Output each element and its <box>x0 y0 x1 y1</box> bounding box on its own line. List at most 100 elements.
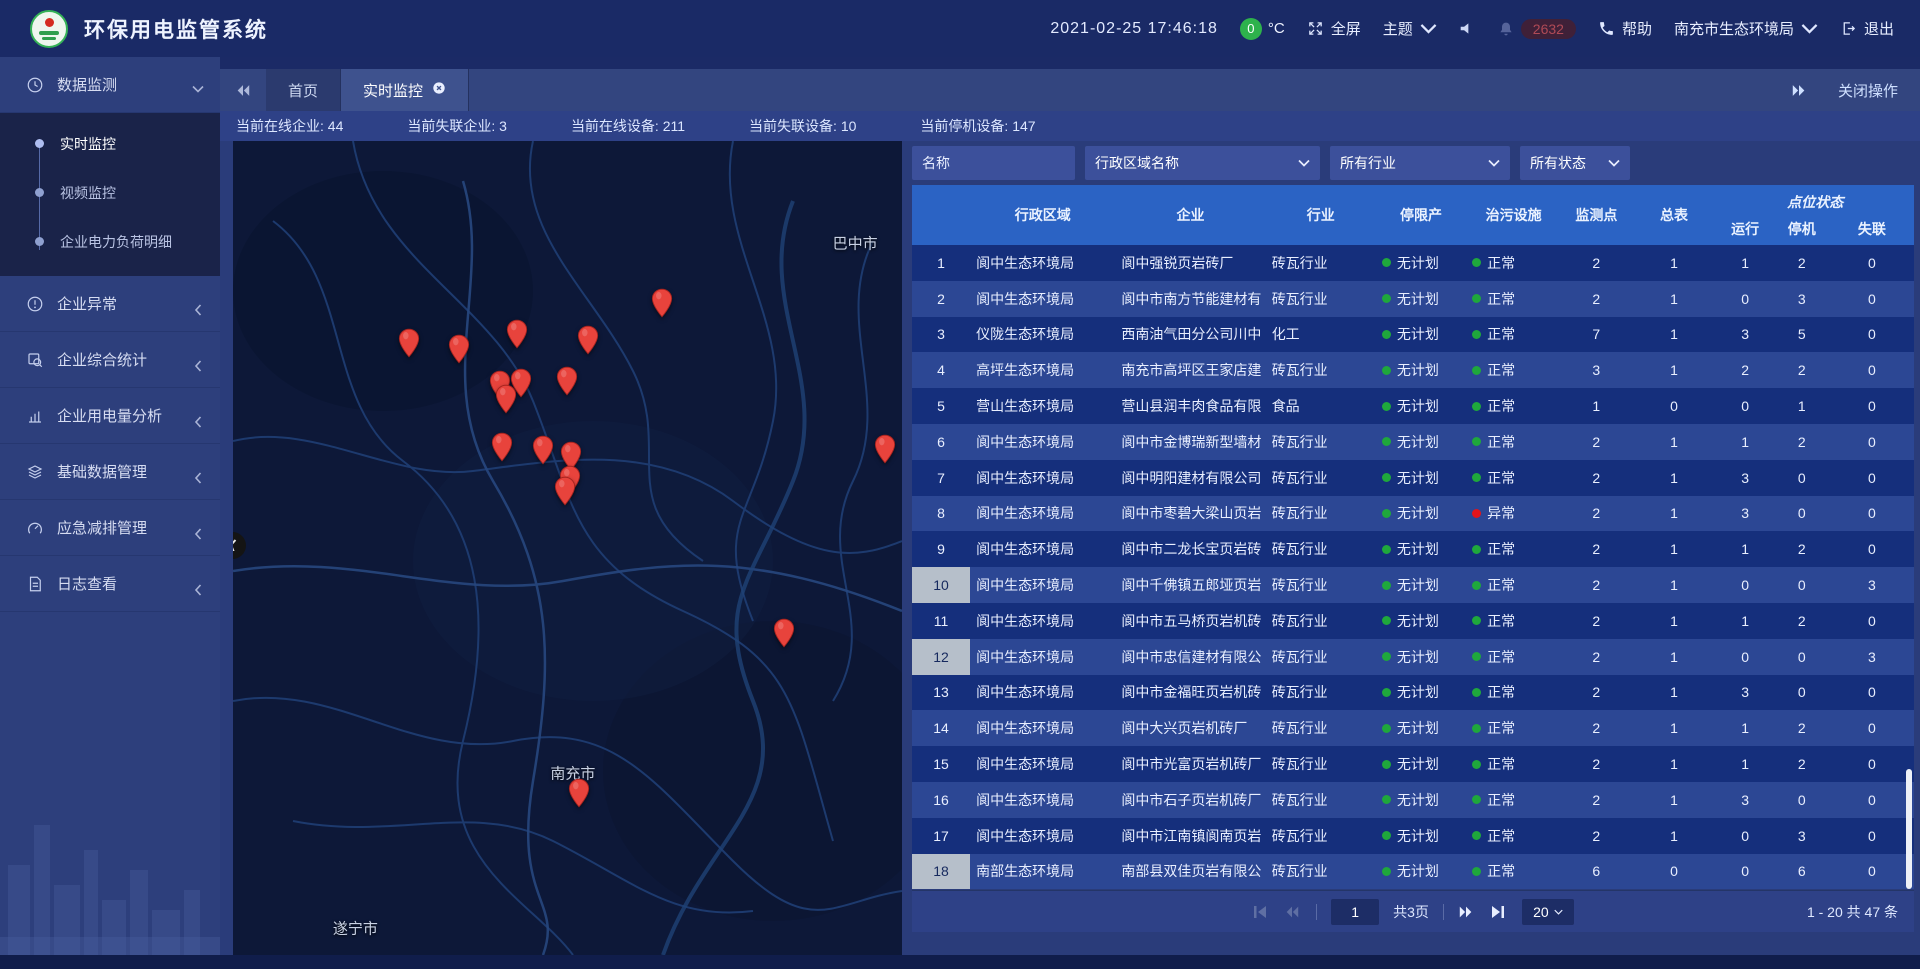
table-row[interactable]: 2阆中生态环境局阆中市南方节能建材有砖瓦行业无计划正常21030 <box>912 281 1914 317</box>
status-dot-green <box>1472 760 1481 769</box>
temperature-unit: °C <box>1268 20 1285 37</box>
meter-count-cell: 1 <box>1631 792 1716 808</box>
production-plan-text: 无计划 <box>1397 575 1439 595</box>
table-row[interactable]: 1阆中生态环境局阆中强锐页岩砖厂砖瓦行业无计划正常21120 <box>912 245 1914 281</box>
industry-filter-select[interactable]: 所有行业 <box>1330 146 1510 180</box>
stopped-count-cell: 0 <box>1774 505 1830 521</box>
table-row[interactable]: 16阆中生态环境局阆中市石子页岩机砖厂砖瓦行业无计划正常21300 <box>912 782 1914 818</box>
map-pin-icon[interactable] <box>506 319 528 349</box>
close-operations-button[interactable]: 关闭操作 <box>1838 80 1898 101</box>
table-scrollbar-thumb[interactable] <box>1906 769 1912 889</box>
sidebar-item-power-analysis[interactable]: 企业用电量分析 <box>0 388 220 444</box>
status-filter-select[interactable]: 所有状态 <box>1520 146 1630 180</box>
meter-count-cell: 1 <box>1631 541 1716 557</box>
map-pin-icon[interactable] <box>651 288 673 318</box>
map-pin-icon[interactable] <box>491 432 513 462</box>
col-offline: 失联 <box>1830 219 1914 239</box>
separator <box>1316 904 1317 920</box>
sidebar-item-basic-data[interactable]: 基础数据管理 <box>0 444 220 500</box>
table-row[interactable]: 11阆中生态环境局阆中市五马桥页岩机砖砖瓦行业无计划正常21120 <box>912 603 1914 639</box>
row-index-cell: 5 <box>912 388 970 424</box>
map-pin-icon[interactable] <box>568 778 590 808</box>
sidebar-item-video-monitoring[interactable]: 视频监控 <box>0 168 220 217</box>
industry-cell: 食品 <box>1266 396 1376 416</box>
map-pin-icon[interactable] <box>532 435 554 465</box>
page-number-input[interactable]: 1 <box>1331 899 1379 925</box>
facility-status-cell: 异常 <box>1466 503 1561 523</box>
region-filter-select[interactable]: 行政区域名称 <box>1085 146 1320 180</box>
company-cell: 阆中千佛镇五郎垭页岩 <box>1115 575 1265 595</box>
table-row[interactable]: 18南部生态环境局南部县双佳页岩有限公砖瓦行业无计划正常60060 <box>912 854 1914 890</box>
temperature-badge: 0 <box>1240 18 1262 40</box>
production-plan-cell: 无计划 <box>1376 754 1466 774</box>
row-index-cell: 12 <box>912 639 970 675</box>
table-row[interactable]: 17阆中生态环境局阆中市江南镇阆南页岩砖瓦行业无计划正常21030 <box>912 818 1914 854</box>
sidebar-item-enterprise-abnormal[interactable]: 企业异常 <box>0 276 220 332</box>
company-cell: 阆中市金福旺页岩机砖 <box>1115 682 1265 702</box>
facility-status-cell: 正常 <box>1466 790 1561 810</box>
sidebar-item-enterprise-statistics[interactable]: 企业综合统计 <box>0 332 220 388</box>
name-filter-input[interactable] <box>912 146 1075 180</box>
map-pin-icon[interactable] <box>556 366 578 396</box>
map-pin-icon[interactable] <box>874 434 896 464</box>
last-page-button[interactable] <box>1490 904 1508 919</box>
table-row[interactable]: 8阆中生态环境局阆中市枣碧大梁山页岩砖瓦行业无计划异常21300 <box>912 496 1914 532</box>
meter-count-cell: 1 <box>1631 434 1716 450</box>
user-menu[interactable]: 南充市生态环境局 <box>1674 18 1818 39</box>
table-row[interactable]: 3仪陇生态环境局西南油气田分公司川中化工无计划正常71350 <box>912 317 1914 353</box>
next-page-button[interactable] <box>1458 904 1476 919</box>
table-row[interactable]: 13阆中生态环境局阆中市金福旺页岩机砖砖瓦行业无计划正常21300 <box>912 675 1914 711</box>
main-content: 巴中市南充市遂宁市 行政区域名称 所有行业 所有状态 <box>220 141 1920 955</box>
sidebar-item-realtime-monitoring[interactable]: 实时监控 <box>0 119 220 168</box>
stat-label: 当前失联企业: <box>407 118 499 134</box>
tabs-scroll-left-button[interactable] <box>220 69 266 111</box>
running-count-cell: 1 <box>1717 255 1774 271</box>
map-pin-icon[interactable] <box>448 334 470 364</box>
page-size-select[interactable]: 20 <box>1522 899 1574 925</box>
fullscreen-button[interactable]: 全屏 <box>1307 18 1361 39</box>
tab-home[interactable]: 首页 <box>266 69 341 111</box>
help-button[interactable]: 帮助 <box>1598 18 1652 39</box>
table-row[interactable]: 12阆中生态环境局阆中市忠信建材有限公砖瓦行业无计划正常21003 <box>912 639 1914 675</box>
first-page-button[interactable] <box>1252 904 1270 919</box>
table-row[interactable]: 14阆中生态环境局阆中大兴页岩机砖厂砖瓦行业无计划正常21120 <box>912 710 1914 746</box>
logout-button[interactable]: 退出 <box>1840 18 1894 39</box>
table-row[interactable]: 6阆中生态环境局阆中市金博瑞新型墙材砖瓦行业无计划正常21120 <box>912 424 1914 460</box>
tab-close-icon[interactable] <box>432 81 446 99</box>
running-count-cell: 0 <box>1717 291 1774 307</box>
map-pin-icon[interactable] <box>577 325 599 355</box>
table-row[interactable]: 5营山生态环境局营山县润丰肉食品有限食品无计划正常10010 <box>912 388 1914 424</box>
sidebar-item-power-load-detail[interactable]: 企业电力负荷明细 <box>0 217 220 266</box>
tabs-scroll-right-button[interactable] <box>1776 84 1822 97</box>
tab-realtime[interactable]: 实时监控 <box>341 69 469 111</box>
company-cell: 阆中市光富页岩机砖厂 <box>1115 754 1265 774</box>
sidebar-item-log-view[interactable]: 日志查看 <box>0 556 220 612</box>
facility-status-text: 正常 <box>1487 539 1515 559</box>
map-canvas[interactable]: 巴中市南充市遂宁市 <box>233 141 902 955</box>
region-cell: 阆中生态环境局 <box>970 432 1115 452</box>
table-row[interactable]: 10阆中生态环境局阆中千佛镇五郎垭页岩砖瓦行业无计划正常21003 <box>912 567 1914 603</box>
map-pin-icon[interactable] <box>554 476 576 506</box>
status-dot-green <box>1472 366 1481 375</box>
table-row[interactable]: 15阆中生态环境局阆中市光富页岩机砖厂砖瓦行业无计划正常21120 <box>912 746 1914 782</box>
table-row[interactable]: 4高坪生态环境局南充市高坪区王家店建砖瓦行业无计划正常31220 <box>912 352 1914 388</box>
stopped-count-cell: 1 <box>1774 398 1830 414</box>
gauge-icon <box>26 519 44 537</box>
monitor-count-cell: 7 <box>1561 326 1631 342</box>
map-pin-icon[interactable] <box>495 384 517 414</box>
row-index-cell: 18 <box>912 854 970 890</box>
sidebar-item-emergency-reduction[interactable]: 应急减排管理 <box>0 500 220 556</box>
sound-button[interactable] <box>1459 20 1476 37</box>
table-row[interactable]: 7阆中生态环境局阆中明阳建材有限公司砖瓦行业无计划正常21300 <box>912 460 1914 496</box>
row-index-cell: 15 <box>912 746 970 782</box>
table-row[interactable]: 9阆中生态环境局阆中市二龙长宝页岩砖砖瓦行业无计划正常21120 <box>912 531 1914 567</box>
theme-button[interactable]: 主题 <box>1383 18 1437 39</box>
map-pin-icon[interactable] <box>773 618 795 648</box>
notifications-button[interactable]: 2632 <box>1498 19 1576 39</box>
sidebar-submenu-data-monitoring: 实时监控视频监控企业电力负荷明细 <box>0 113 220 276</box>
status-dot-green <box>1382 652 1391 661</box>
prev-page-button[interactable] <box>1284 904 1302 919</box>
sidebar-item-data-monitoring[interactable]: 数据监测 <box>0 57 220 113</box>
production-plan-text: 无计划 <box>1397 396 1439 416</box>
map-pin-icon[interactable] <box>398 328 420 358</box>
